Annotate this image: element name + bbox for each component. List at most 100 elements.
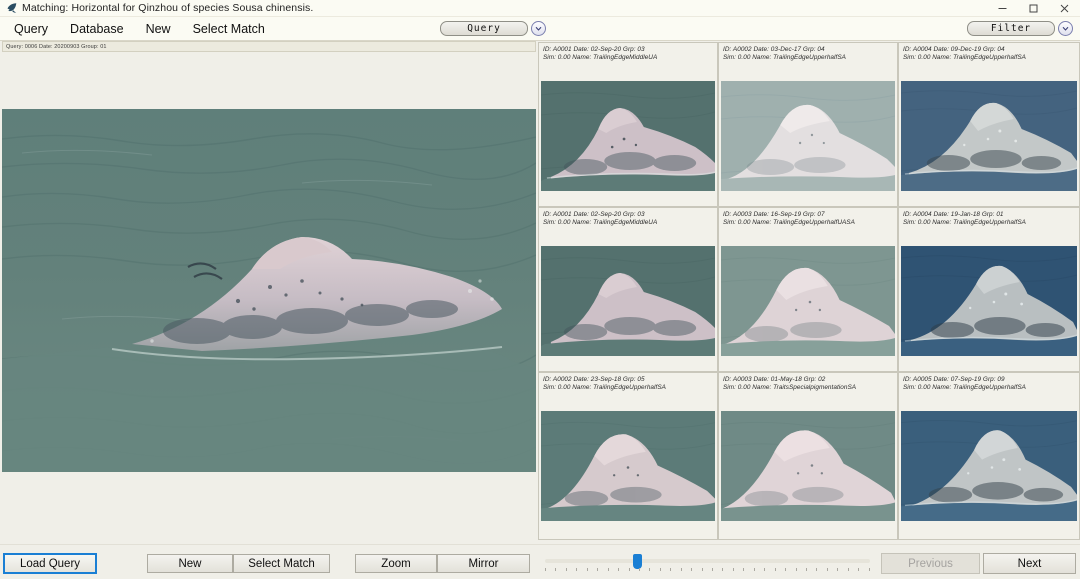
window-title: Matching: Horizontal for Qinzhou of spec… xyxy=(22,2,313,14)
menu-bar: Query Database New Select Match Query Fi… xyxy=(0,17,1080,41)
result-cell[interactable]: ID: A0001 Date: 02-Sep-20 Grp: 03 Sim: 0… xyxy=(538,207,718,372)
minimize-button[interactable] xyxy=(987,0,1018,17)
result-id-line: ID: A0002 Date: 03-Dec-17 Grp: 04 xyxy=(723,46,897,54)
window-controls xyxy=(987,0,1080,17)
slider-tick xyxy=(858,568,859,571)
query-button[interactable]: Query xyxy=(440,21,528,36)
chevron-down-icon[interactable] xyxy=(1058,21,1073,36)
result-id-line: ID: A0001 Date: 02-Sep-20 Grp: 03 xyxy=(543,211,717,219)
slider-tick xyxy=(566,568,567,571)
slider-ticks xyxy=(545,568,870,574)
filter-toolbar-group: Filter xyxy=(967,21,1073,36)
slider-tick xyxy=(702,568,703,571)
result-id-line: ID: A0003 Date: 16-Sep-19 Grp: 07 xyxy=(723,211,897,219)
result-photo[interactable] xyxy=(541,246,715,356)
select-match-button[interactable]: Select Match xyxy=(233,554,330,573)
slider-tick xyxy=(670,568,671,571)
result-sim-line: Sim: 0.00 Name: TrailingEdgeMiddleUA xyxy=(543,219,717,227)
result-caption: ID: A0002 Date: 23-Sep-18 Grp: 05 Sim: 0… xyxy=(539,373,717,391)
result-photo[interactable] xyxy=(541,411,715,521)
slider-tick xyxy=(691,568,692,571)
slider-tick xyxy=(869,568,870,571)
slider-tick xyxy=(775,568,776,571)
slider-tick xyxy=(660,568,661,571)
result-photo[interactable] xyxy=(721,81,895,191)
result-cell[interactable]: ID: A0004 Date: 09-Dec-19 Grp: 04 Sim: 0… xyxy=(898,42,1080,207)
result-cell[interactable]: ID: A0005 Date: 07-Sep-19 Grp: 09 Sim: 0… xyxy=(898,372,1080,540)
slider-tick xyxy=(827,568,828,571)
slider-tick xyxy=(649,568,650,571)
slider-tick xyxy=(712,568,713,571)
slider-tick xyxy=(597,568,598,571)
menu-item-new[interactable]: New xyxy=(135,20,182,38)
result-cell[interactable]: ID: A0002 Date: 23-Sep-18 Grp: 05 Sim: 0… xyxy=(538,372,718,540)
main-content: Query: 0006 Date: 20200903 Group: 01 xyxy=(0,41,1080,544)
slider-tick xyxy=(576,568,577,571)
slider-tick xyxy=(848,568,849,571)
result-sim-line: Sim: 0.00 Name: TraitsSpecialpigmentatio… xyxy=(723,384,897,392)
result-photo[interactable] xyxy=(901,81,1077,191)
previous-button[interactable]: Previous xyxy=(881,553,980,574)
maximize-button[interactable] xyxy=(1018,0,1049,17)
result-sim-line: Sim: 0.00 Name: TrailingEdgeUpperhalfSA xyxy=(903,384,1079,392)
slider-track[interactable] xyxy=(545,559,870,563)
chevron-down-icon[interactable] xyxy=(531,21,546,36)
result-id-line: ID: A0001 Date: 02-Sep-20 Grp: 03 xyxy=(543,46,717,54)
result-id-line: ID: A0004 Date: 09-Dec-19 Grp: 04 xyxy=(903,46,1079,54)
result-caption: ID: A0003 Date: 01-May-18 Grp: 02 Sim: 0… xyxy=(719,373,897,391)
result-caption: ID: A0003 Date: 16-Sep-19 Grp: 07 Sim: 0… xyxy=(719,208,897,226)
result-caption: ID: A0001 Date: 02-Sep-20 Grp: 03 Sim: 0… xyxy=(539,43,717,61)
result-cell[interactable]: ID: A0003 Date: 16-Sep-19 Grp: 07 Sim: 0… xyxy=(718,207,898,372)
next-button[interactable]: Next xyxy=(983,553,1076,574)
menu-item-query[interactable]: Query xyxy=(3,20,59,38)
query-info-text: Query: 0006 Date: 20200903 Group: 01 xyxy=(3,44,107,50)
result-caption: ID: A0004 Date: 19-Jan-18 Grp: 01 Sim: 0… xyxy=(899,208,1079,226)
mirror-button[interactable]: Mirror xyxy=(437,554,530,573)
close-button[interactable] xyxy=(1049,0,1080,17)
slider-tick xyxy=(764,568,765,571)
bottom-toolbar: Load Query New Select Match Zoom Mirror … xyxy=(0,544,1080,579)
title-bar: Matching: Horizontal for Qinzhou of spec… xyxy=(0,0,1080,17)
result-caption: ID: A0001 Date: 02-Sep-20 Grp: 03 Sim: 0… xyxy=(539,208,717,226)
filter-button[interactable]: Filter xyxy=(967,21,1055,36)
menu-item-select-match[interactable]: Select Match xyxy=(182,20,276,38)
page-slider[interactable] xyxy=(545,553,870,575)
query-info-bar: Query: 0006 Date: 20200903 Group: 01 xyxy=(2,41,536,52)
result-id-line: ID: A0005 Date: 07-Sep-19 Grp: 09 xyxy=(903,376,1079,384)
result-caption: ID: A0004 Date: 09-Dec-19 Grp: 04 Sim: 0… xyxy=(899,43,1079,61)
result-photo[interactable] xyxy=(721,246,895,356)
slider-tick xyxy=(639,568,640,571)
result-caption: ID: A0005 Date: 07-Sep-19 Grp: 09 Sim: 0… xyxy=(899,373,1079,391)
slider-tick xyxy=(733,568,734,571)
result-sim-line: Sim: 0.00 Name: TrailingEdgeUpperhalfSA xyxy=(543,384,717,392)
load-query-button[interactable]: Load Query xyxy=(3,553,97,574)
slider-tick xyxy=(754,568,755,571)
query-pane: Query: 0006 Date: 20200903 Group: 01 xyxy=(0,41,538,544)
slider-tick xyxy=(837,568,838,571)
result-sim-line: Sim: 0.00 Name: TrailingEdgeUpperhalfSA xyxy=(903,219,1079,227)
result-id-line: ID: A0002 Date: 23-Sep-18 Grp: 05 xyxy=(543,376,717,384)
new-button[interactable]: New xyxy=(147,554,233,573)
result-id-line: ID: A0004 Date: 19-Jan-18 Grp: 01 xyxy=(903,211,1079,219)
result-cell[interactable]: ID: A0001 Date: 02-Sep-20 Grp: 03 Sim: 0… xyxy=(538,42,718,207)
result-id-line: ID: A0003 Date: 01-May-18 Grp: 02 xyxy=(723,376,897,384)
menu-item-database[interactable]: Database xyxy=(59,20,135,38)
query-photo[interactable] xyxy=(2,109,536,472)
slider-tick xyxy=(587,568,588,571)
result-cell[interactable]: ID: A0003 Date: 01-May-18 Grp: 02 Sim: 0… xyxy=(718,372,898,540)
result-photo[interactable] xyxy=(541,81,715,191)
result-photo[interactable] xyxy=(901,246,1077,356)
slider-tick xyxy=(618,568,619,571)
slider-thumb[interactable] xyxy=(633,554,642,569)
result-photo[interactable] xyxy=(901,411,1077,521)
slider-tick xyxy=(816,568,817,571)
zoom-button[interactable]: Zoom xyxy=(355,554,437,573)
result-cell[interactable]: ID: A0004 Date: 19-Jan-18 Grp: 01 Sim: 0… xyxy=(898,207,1080,372)
result-caption: ID: A0002 Date: 03-Dec-17 Grp: 04 Sim: 0… xyxy=(719,43,897,61)
result-cell[interactable]: ID: A0002 Date: 03-Dec-17 Grp: 04 Sim: 0… xyxy=(718,42,898,207)
slider-tick xyxy=(785,568,786,571)
slider-tick xyxy=(608,568,609,571)
result-sim-line: Sim: 0.00 Name: TrailingEdgeMiddleUA xyxy=(543,54,717,62)
result-photo[interactable] xyxy=(721,411,895,521)
query-toolbar-group: Query xyxy=(440,21,546,36)
